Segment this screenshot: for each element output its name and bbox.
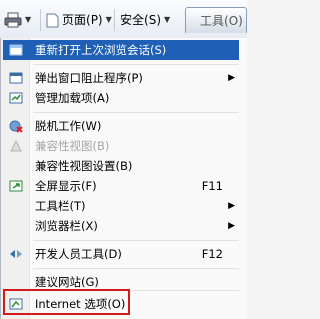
compatibility-view-icon [10, 139, 22, 152]
menu-item-label: 工具栏(T) [35, 199, 86, 213]
page-menu-button[interactable]: 页面 (P) ▼ [46, 10, 112, 30]
popup-blocker-icon [9, 72, 23, 84]
menu-item-toolbars[interactable]: 工具栏(T) ▶ [3, 196, 239, 216]
separator [40, 9, 41, 31]
separator [114, 9, 115, 31]
menu-item-label: 兼容性视图(B) [35, 139, 110, 153]
submenu-arrow-icon: ▶ [228, 73, 235, 83]
menu-separator [33, 64, 239, 65]
menu-item-reopen-session[interactable]: 重新打开上次浏览会话(S) [3, 40, 239, 60]
submenu-arrow-icon: ▶ [228, 221, 235, 231]
menu-item-label: 全屏显示(F) [35, 179, 97, 193]
menu-item-explorer-bars[interactable]: 浏览器栏(X) ▶ [3, 216, 239, 236]
menu-item-label: 弹出窗口阻止程序(P) [35, 71, 143, 85]
work-offline-icon [9, 120, 23, 133]
menu-item-label: 建议网站(G) [35, 275, 99, 289]
full-screen-icon [9, 180, 23, 192]
safety-menu-button[interactable]: 安全 (S) ▼ [120, 10, 170, 30]
menu-item-popup-blocker[interactable]: 弹出窗口阻止程序(P) ▶ [3, 68, 239, 88]
menu-item-label: 脱机工作(W) [35, 119, 102, 133]
safety-menu-key: (S) [144, 13, 161, 27]
menu-separator [33, 112, 239, 113]
page-icon [46, 13, 59, 27]
reopen-session-icon [9, 44, 23, 56]
menu-separator [33, 240, 239, 241]
menu-item-label: 浏览器栏(X) [35, 219, 98, 233]
command-bar: ▼ 页面 (P) ▼ 安全 (S) ▼ 工具(O) [0, 0, 247, 39]
page-menu-key: (P) [86, 13, 103, 27]
manage-addons-icon [9, 92, 23, 104]
chevron-down-icon: ▼ [105, 15, 112, 24]
menu-item-label: 重新打开上次浏览会话(S) [35, 43, 167, 57]
menu-item-label: 兼容性视图设置(B) [35, 159, 133, 173]
printer-icon [4, 12, 22, 28]
tools-menu-label: 工具 [200, 14, 225, 28]
menu-separator [33, 268, 239, 269]
tools-menu-key: (O) [224, 14, 243, 28]
chevron-down-icon: ▼ [164, 15, 171, 24]
menu-item-full-screen[interactable]: 全屏显示(F) F11 [3, 176, 239, 196]
menu-item-label: 管理加载项(A) [35, 91, 110, 105]
highlight-box [3, 289, 130, 315]
submenu-arrow-icon: ▶ [228, 201, 235, 211]
print-button[interactable]: ▼ [4, 10, 31, 30]
menu-item-developer-tools[interactable]: 开发人员工具(D) F12 [3, 244, 239, 264]
menu-item-shortcut: F11 [201, 179, 223, 193]
menu-item-compatibility-view[interactable]: 兼容性视图(B) [3, 136, 239, 156]
tools-menu-button[interactable]: 工具(O) [185, 7, 247, 33]
safety-menu-label: 安全 [120, 13, 145, 27]
chevron-down-icon: ▼ [25, 15, 32, 24]
menu-item-label: 开发人员工具(D) [35, 247, 122, 261]
page-menu-label: 页面 [62, 13, 87, 27]
menu-item-manage-addons[interactable]: 管理加载项(A) [3, 88, 239, 108]
menu-item-compatibility-settings[interactable]: 兼容性视图设置(B) [3, 156, 239, 176]
tools-dropdown-menu: 重新打开上次浏览会话(S) 弹出窗口阻止程序(P) ▶ 管理加载项(A) 脱机工… [0, 38, 247, 319]
menu-item-shortcut: F12 [201, 247, 223, 261]
developer-tools-icon [10, 250, 22, 258]
menu-item-work-offline[interactable]: 脱机工作(W) [3, 116, 239, 136]
